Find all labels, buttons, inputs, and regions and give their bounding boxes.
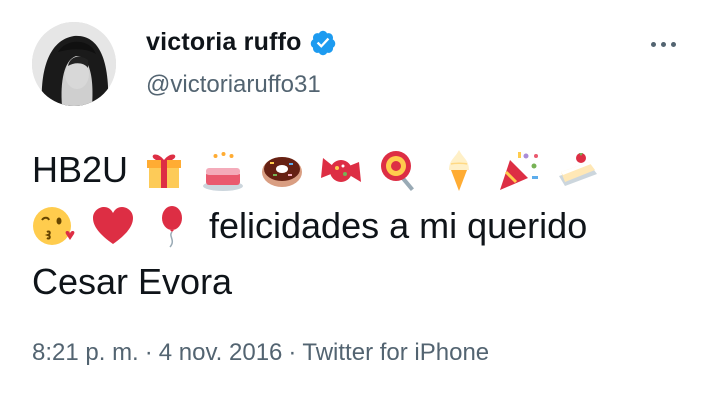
soft-ice-cream-icon xyxy=(437,148,481,192)
author-handle[interactable]: @victoriaruffo31 xyxy=(146,71,321,99)
tweet-text-cesar-evora: Cesar Evora xyxy=(32,261,233,302)
avatar[interactable] xyxy=(32,22,116,106)
tweet-date[interactable]: 4 nov. 2016 xyxy=(159,339,283,366)
meta-separator: · xyxy=(288,339,297,366)
more-options-icon[interactable] xyxy=(651,42,676,47)
party-popper-icon xyxy=(496,148,540,192)
tweet-line-3: Cesar Evora xyxy=(32,254,692,310)
tweet-line-1: HB2U xyxy=(32,142,692,198)
tweet-time[interactable]: 8:21 p. m. xyxy=(32,339,139,366)
red-heart-icon xyxy=(91,204,135,248)
wrapped-candy-icon xyxy=(319,148,363,192)
tweet-metadata: 8:21 p. m. · 4 nov. 2016 · Twitter for iPhon… xyxy=(32,339,489,367)
meta-separator: · xyxy=(144,339,153,366)
tweet-text: HB2U felicidades a mi querido Cesar Evor… xyxy=(32,142,692,310)
profile-photo xyxy=(32,22,116,106)
gift-icon xyxy=(142,148,186,192)
dot-icon xyxy=(651,42,656,47)
verified-badge-icon xyxy=(309,29,337,57)
face-blowing-kiss-icon xyxy=(32,204,76,248)
author-name-row[interactable]: victoria ruffo xyxy=(146,28,337,57)
lollipop-icon xyxy=(378,148,422,192)
balloon-icon xyxy=(150,204,194,248)
display-name[interactable]: victoria ruffo xyxy=(146,28,302,57)
tweet-source[interactable]: Twitter for iPhone xyxy=(302,339,489,366)
tweet-line-2: felicidades a mi querido xyxy=(32,198,692,254)
doughnut-icon xyxy=(260,148,304,192)
tweet-text-felicidades: felicidades a mi querido xyxy=(209,205,588,246)
birthday-cake-icon xyxy=(201,148,245,192)
shortcake-icon xyxy=(555,148,599,192)
dot-icon xyxy=(671,42,676,47)
tweet-text-hb2u: HB2U xyxy=(32,149,129,190)
dot-icon xyxy=(661,42,666,47)
